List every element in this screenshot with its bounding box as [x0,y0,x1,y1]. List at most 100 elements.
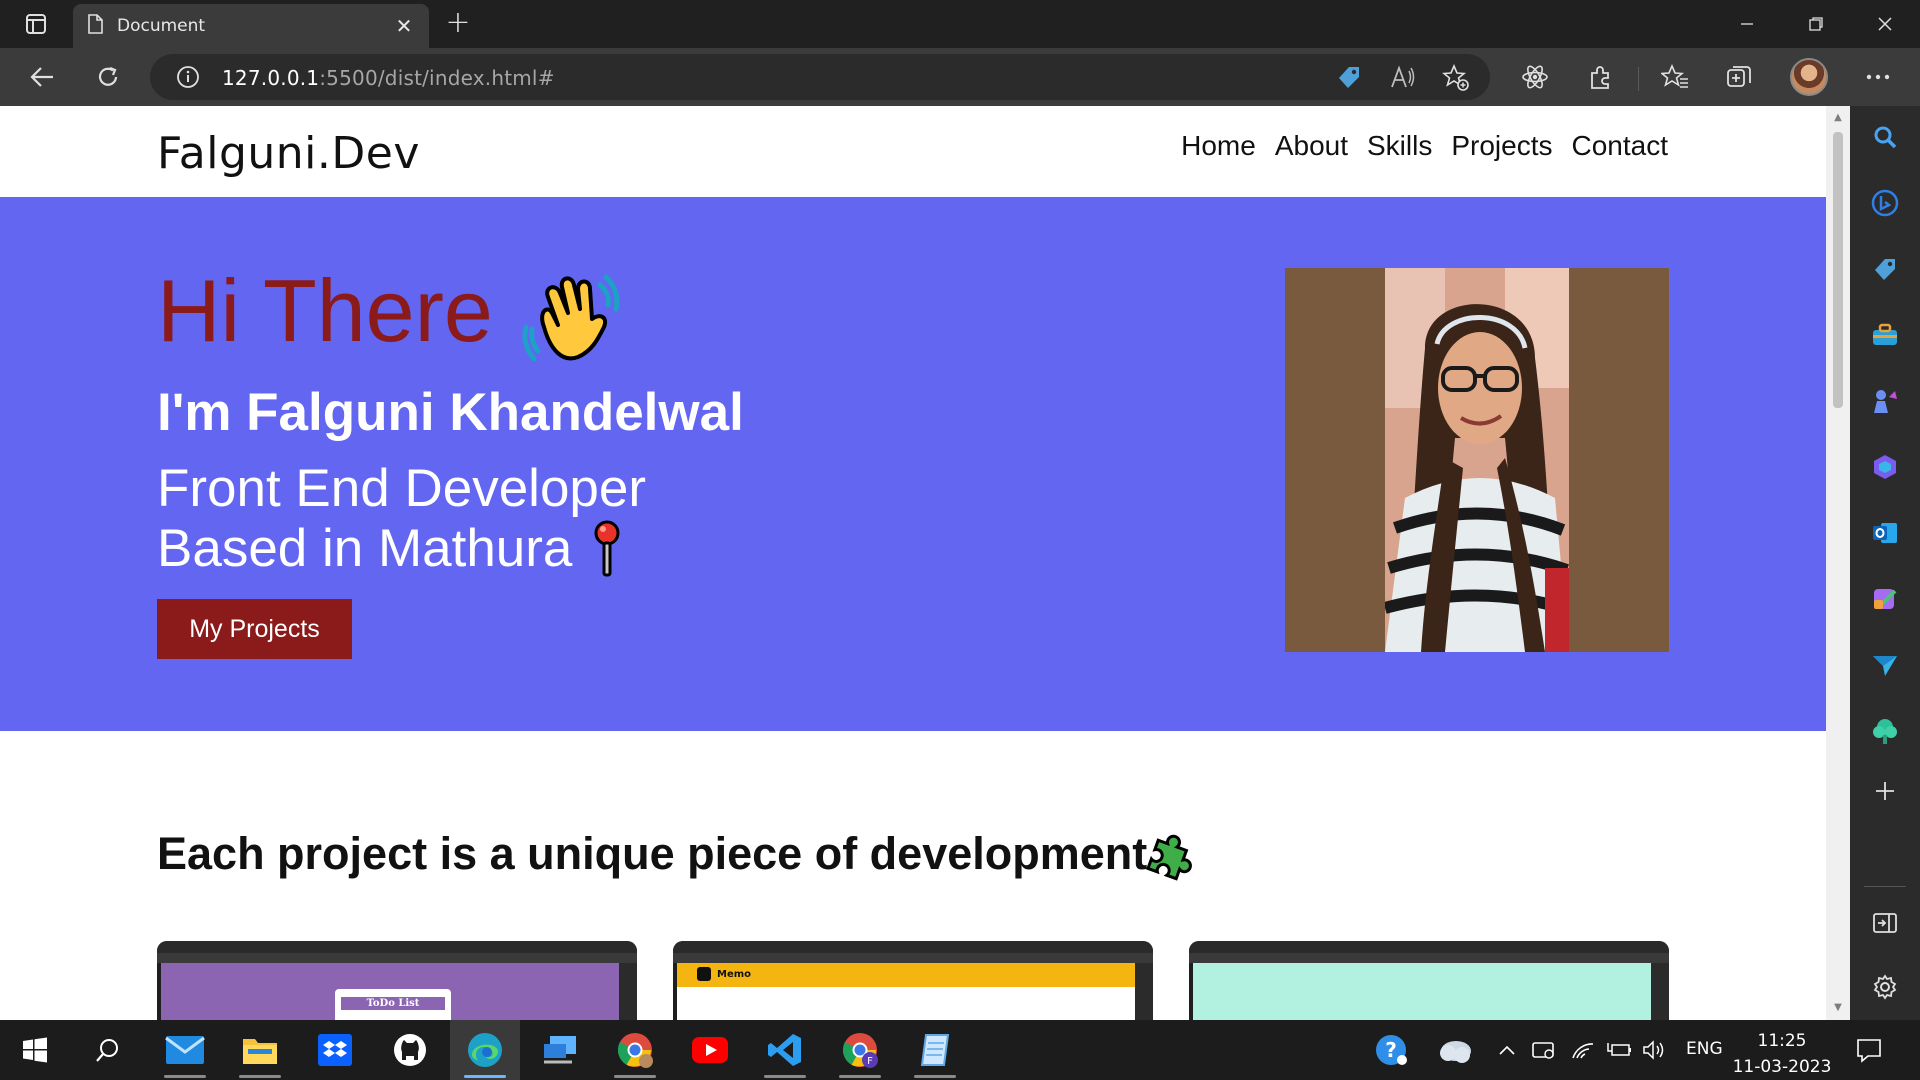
address-bar[interactable]: 127.0.0.1:5500/dist/index.html# [150,54,1490,100]
svg-text:?: ? [1385,1038,1397,1062]
running-indicator [914,1075,956,1078]
site-header: Falguni.Dev Home About Skills Projects C… [0,106,1826,197]
notepad-icon[interactable] [900,1020,970,1080]
card-mini-sidebar [619,963,637,1020]
browser-tab[interactable]: Document ✕ [73,4,429,48]
todo-list-label: ToDo List [341,997,445,1010]
project-card-memo[interactable]: Memo [673,941,1153,1020]
chrome-icon[interactable] [600,1020,670,1080]
coupon-tag-icon[interactable] [1336,64,1362,94]
new-tab-button[interactable]: + [440,8,476,40]
games-icon[interactable] [1868,384,1902,418]
close-window-button[interactable] [1862,8,1908,40]
clock-time: 11:25 [1757,1031,1807,1051]
my-projects-button[interactable]: My Projects [157,599,352,659]
github-desktop-icon[interactable] [375,1020,445,1080]
youtube-icon[interactable] [675,1020,745,1080]
hero-role-line2: Based in Mathura [157,519,573,578]
close-tab-icon[interactable]: ✕ [393,14,415,38]
project-card-3[interactable] [1189,941,1669,1020]
nav-projects[interactable]: Projects [1451,130,1552,162]
file-explorer-icon[interactable] [225,1020,295,1080]
location-pin-icon [592,519,622,583]
battery-icon[interactable] [1606,1020,1632,1080]
volume-icon[interactable] [1642,1020,1666,1080]
running-indicator [614,1075,656,1078]
search-icon[interactable] [1868,120,1902,154]
input-language[interactable]: ENG [1686,1039,1723,1059]
remote-desktop-icon[interactable] [525,1020,595,1080]
hero-section: Hi There I'm Falguni Khandelwal Front En… [0,197,1826,731]
hero-name: I'm Falguni Khandelwal [157,383,744,442]
browser-toolbar: 127.0.0.1:5500/dist/index.html# [0,48,1920,106]
microsoft-365-icon[interactable] [1868,450,1902,484]
hide-sidebar-icon[interactable] [1868,906,1902,940]
nav-contact[interactable]: Contact [1572,130,1669,162]
tree-icon[interactable] [1868,714,1902,748]
send-icon[interactable] [1868,648,1902,682]
profile-avatar[interactable] [1790,58,1828,96]
vscode-icon[interactable] [750,1020,820,1080]
restore-button[interactable] [1793,8,1839,40]
puzzle-piece-icon [1145,828,1199,886]
card-mini-sidebar [1651,963,1669,1020]
weather-cloud-icon[interactable] [1434,1020,1474,1080]
meet-now-icon[interactable] [1531,1020,1555,1080]
memo-header: Memo [677,963,1135,987]
react-devtools-icon[interactable] [1515,58,1555,96]
running-indicator [164,1075,206,1078]
card-mini-addressbar [673,953,1153,963]
dropbox-icon[interactable] [300,1020,370,1080]
url-path: :5500/dist/index.html# [319,66,555,90]
add-favorite-icon[interactable] [1441,63,1470,96]
read-aloud-icon[interactable] [1390,65,1416,93]
projects-heading: Each project is a unique piece of develo… [157,828,1148,879]
back-arrow-icon[interactable] [22,58,62,96]
designer-icon[interactable] [1868,582,1902,616]
tab-title: Document [117,16,206,36]
nav-about[interactable]: About [1275,130,1348,162]
taskbar-search-icon[interactable] [73,1020,143,1080]
wifi-icon[interactable] [1571,1020,1595,1080]
page-scrollbar[interactable]: ▲ ▼ [1826,106,1850,1020]
nav-skills[interactable]: Skills [1367,130,1432,162]
favorites-icon[interactable] [1655,58,1695,96]
more-options-icon[interactable] [1858,58,1898,96]
show-hidden-icons-chevron-icon[interactable] [1498,1020,1516,1080]
url-text[interactable]: 127.0.0.1:5500/dist/index.html# [222,66,555,90]
scroll-thumb[interactable] [1833,132,1843,408]
mail-app-icon[interactable] [150,1020,220,1080]
collections-icon[interactable] [1719,58,1759,96]
running-indicator [239,1075,281,1078]
extensions-icon[interactable] [1581,58,1621,96]
refresh-icon[interactable] [88,58,128,96]
scroll-up-icon[interactable]: ▲ [1832,112,1844,124]
card-mini-titlebar [1189,941,1669,953]
settings-gear-icon[interactable] [1868,970,1902,1004]
nav-home[interactable]: Home [1181,130,1256,162]
add-sidebar-app-icon[interactable] [1868,774,1902,808]
tab-actions-icon[interactable] [14,10,58,38]
system-clock[interactable]: 11:25 11-03-2023 [1732,1028,1832,1080]
windows-taskbar: F ? ENG 11:25 11-03-2023 [0,1020,1920,1080]
hero-role: Front End Developer Based in Mathura [157,459,646,579]
site-logo[interactable]: Falguni.Dev [157,128,420,179]
running-indicator [764,1075,806,1078]
tools-briefcase-icon[interactable] [1868,318,1902,352]
site-info-icon[interactable] [176,65,200,93]
bing-chat-icon[interactable] [1868,186,1902,220]
shopping-tag-icon[interactable] [1868,252,1902,286]
svg-text:F: F [867,1056,873,1067]
minimize-button[interactable] [1724,8,1770,40]
edge-browser-icon[interactable] [450,1020,520,1080]
sidebar-divider [1864,886,1906,887]
chrome-profile-icon[interactable]: F [825,1020,895,1080]
notifications-icon[interactable] [1856,1020,1882,1080]
windows-start-icon[interactable] [0,1020,70,1080]
outlook-icon[interactable] [1868,516,1902,550]
help-icon[interactable]: ? [1374,1020,1410,1080]
project-card-todo[interactable]: ToDo List [157,941,637,1020]
hero-role-line1: Front End Developer [157,459,647,518]
scroll-down-icon[interactable]: ▼ [1832,1002,1844,1014]
card-preview [1193,963,1651,1020]
